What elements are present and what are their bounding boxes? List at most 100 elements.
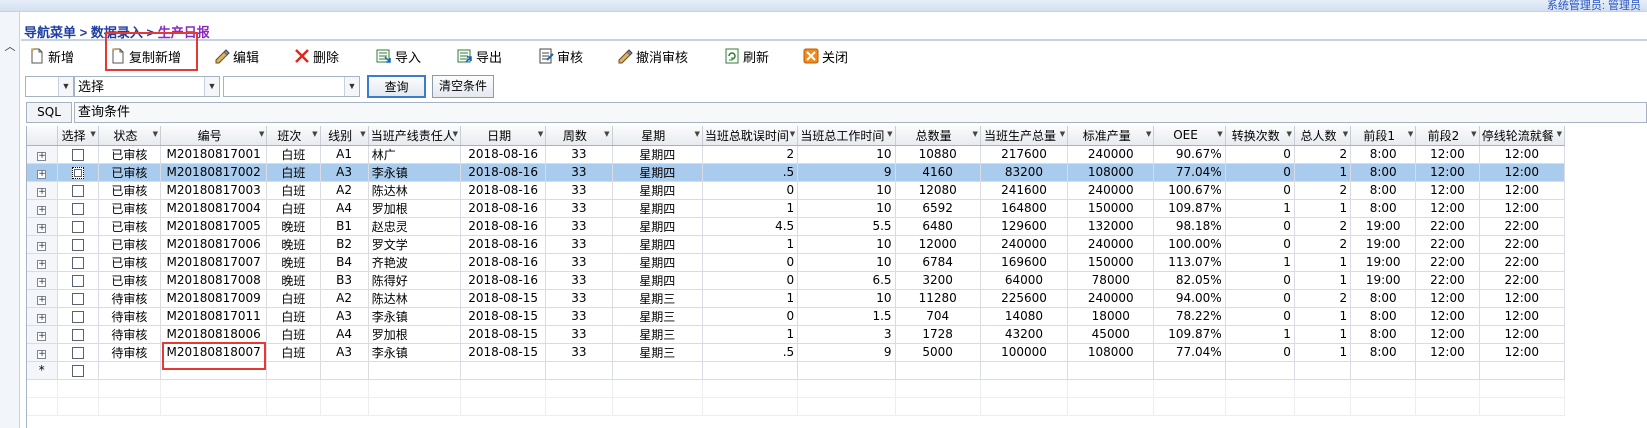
cell-people[interactable]: 1 — [1294, 163, 1352, 182]
expand-plus-icon[interactable]: + — [37, 278, 47, 287]
column-header[interactable]: 标准产量 ▼ — [1067, 126, 1155, 146]
cell-shift[interactable]: 白班 — [266, 343, 321, 362]
empty-cell[interactable] — [98, 361, 161, 380]
cell-code[interactable]: M20180817008 — [160, 271, 268, 290]
cell-worktime[interactable]: 1.5 — [797, 307, 896, 326]
empty-cell[interactable] — [797, 361, 896, 380]
cell-meal[interactable]: 12:00 — [1479, 145, 1566, 164]
cell-switch[interactable]: 1 — [1225, 199, 1295, 218]
cell-status[interactable]: 已审核 — [98, 253, 161, 272]
cell-std[interactable]: 78000 — [1067, 271, 1155, 290]
cell-meal[interactable]: 22:00 — [1479, 253, 1566, 272]
cell-code[interactable]: M20180817005 — [160, 217, 268, 236]
cell-worktime[interactable]: 10 — [797, 289, 896, 308]
column-header[interactable]: 当班生产总量 ▼ — [980, 126, 1069, 146]
query-button[interactable]: 查询 — [367, 75, 426, 98]
empty-cell[interactable] — [545, 361, 613, 380]
cell-switch[interactable]: 0 — [1225, 145, 1295, 164]
cell-weekday[interactable]: 星期三 — [612, 307, 703, 326]
cell-shift-total[interactable]: 225600 — [980, 289, 1069, 308]
cell-week[interactable]: 33 — [545, 145, 613, 164]
cell-oee[interactable]: 77.04% — [1153, 343, 1226, 362]
cell-owner[interactable]: 陈达林 — [368, 181, 462, 200]
cell-f2[interactable]: 12:00 — [1415, 325, 1480, 344]
cell-shift[interactable]: 晚班 — [266, 271, 321, 290]
cell-delay[interactable]: 4.5 — [702, 217, 799, 236]
cell-owner[interactable]: 罗加根 — [368, 199, 462, 218]
cell-weekday[interactable]: 星期四 — [612, 163, 703, 182]
cell-meal[interactable]: 12:00 — [1479, 181, 1566, 200]
cell-line[interactable]: B1 — [320, 217, 369, 236]
select-cell[interactable] — [57, 325, 99, 344]
cell-weekday[interactable]: 星期四 — [612, 199, 703, 218]
cell-switch[interactable]: 0 — [1225, 289, 1295, 308]
cell-f2[interactable]: 12:00 — [1415, 181, 1480, 200]
row-expander-cell[interactable]: + — [27, 199, 58, 218]
cell-code[interactable]: M20180817007 — [160, 253, 268, 272]
chevron-down-icon[interactable]: ▼ — [344, 77, 359, 96]
cell-shift-total[interactable]: 169600 — [980, 253, 1069, 272]
cell-line[interactable]: A4 — [320, 199, 369, 218]
expand-plus-icon[interactable]: + — [37, 152, 47, 161]
cell-std[interactable]: 240000 — [1067, 235, 1155, 254]
cell-switch[interactable]: 0 — [1225, 217, 1295, 236]
cell-std[interactable]: 108000 — [1067, 343, 1155, 362]
collapse-up-icon[interactable]: ︿ — [3, 40, 17, 54]
row-checkbox[interactable] — [71, 166, 84, 179]
cell-code[interactable]: M20180817002 — [160, 163, 268, 182]
cell-status[interactable]: 待审核 — [98, 343, 161, 362]
cell-meal[interactable]: 22:00 — [1479, 271, 1566, 290]
cell-worktime[interactable]: 10 — [797, 235, 896, 254]
cell-shift-total[interactable]: 240000 — [980, 235, 1069, 254]
cell-people[interactable]: 2 — [1294, 217, 1352, 236]
cell-f2[interactable]: 12:00 — [1415, 145, 1480, 164]
cell-status[interactable]: 已审核 — [98, 199, 161, 218]
cell-total[interactable]: 1728 — [895, 325, 981, 344]
cell-people[interactable]: 1 — [1294, 271, 1352, 290]
cell-line[interactable]: A1 — [320, 145, 369, 164]
cell-line[interactable]: B4 — [320, 253, 369, 272]
cell-week[interactable]: 33 — [545, 235, 613, 254]
cell-f1[interactable]: 8:00 — [1350, 145, 1417, 164]
cell-people[interactable]: 1 — [1294, 325, 1352, 344]
cell-delay[interactable]: 0 — [702, 181, 799, 200]
cell-switch[interactable]: 0 — [1225, 343, 1295, 362]
cell-shift-total[interactable]: 64000 — [980, 271, 1069, 290]
cell-date[interactable]: 2018-08-15 — [460, 343, 547, 362]
cell-std[interactable]: 150000 — [1067, 199, 1155, 218]
cell-delay[interactable]: 1 — [702, 199, 799, 218]
table-row[interactable]: + 已审核 M20180817003 白班 A2 陈达林 2018-08-16 33 星期四 0 1… — [27, 181, 1566, 200]
cell-meal[interactable]: 12:00 — [1479, 307, 1566, 326]
expand-plus-icon[interactable]: + — [37, 296, 47, 305]
query-condition-field[interactable]: 查询条件 — [74, 102, 1647, 123]
cell-owner[interactable]: 齐艳波 — [368, 253, 462, 272]
column-header[interactable]: 编号 ▼ — [160, 126, 268, 146]
empty-cell[interactable] — [702, 361, 799, 380]
cell-status[interactable]: 待审核 — [98, 325, 161, 344]
cell-total[interactable]: 12080 — [895, 181, 981, 200]
cell-weekday[interactable]: 星期四 — [612, 217, 703, 236]
select-cell[interactable] — [57, 271, 99, 290]
select-cell[interactable] — [57, 217, 99, 236]
row-checkbox[interactable] — [71, 202, 84, 215]
cell-f1[interactable]: 19:00 — [1350, 253, 1417, 272]
cell-meal[interactable]: 12:00 — [1479, 163, 1566, 182]
cell-date[interactable]: 2018-08-16 — [460, 163, 547, 182]
cell-owner[interactable]: 李永镇 — [368, 163, 462, 182]
expand-plus-icon[interactable]: + — [37, 224, 47, 233]
column-header[interactable]: OEE ▼ — [1153, 126, 1226, 146]
cell-shift[interactable]: 白班 — [266, 289, 321, 308]
cell-switch[interactable]: 0 — [1225, 235, 1295, 254]
cell-shift-total[interactable]: 164800 — [980, 199, 1069, 218]
row-checkbox[interactable] — [71, 148, 84, 161]
cell-owner[interactable]: 赵忠灵 — [368, 217, 462, 236]
expand-plus-icon[interactable]: + — [37, 314, 47, 323]
cell-owner[interactable]: 罗文学 — [368, 235, 462, 254]
cell-week[interactable]: 33 — [545, 253, 613, 272]
row-checkbox[interactable] — [71, 310, 84, 323]
empty-cell[interactable] — [266, 361, 321, 380]
cell-worktime[interactable]: 10 — [797, 145, 896, 164]
cell-weekday[interactable]: 星期三 — [612, 289, 703, 308]
expand-plus-icon[interactable]: + — [37, 206, 47, 215]
edit-button[interactable]: 编辑 — [214, 46, 259, 66]
